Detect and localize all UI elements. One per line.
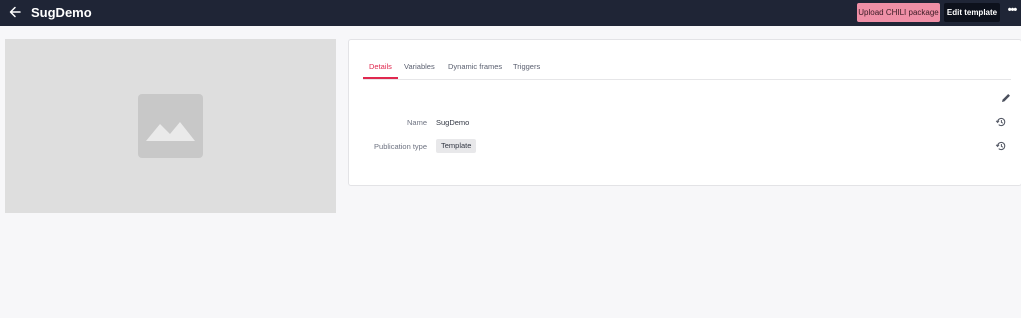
page-title: SugDemo (31, 5, 92, 20)
edit-template-button[interactable]: Edit template (944, 3, 1000, 22)
tab-bar: Details Variables Dynamic frames Trigger… (363, 58, 1011, 80)
name-label: Name (406, 118, 427, 127)
tab-dynamic-frames[interactable]: Dynamic frames (448, 62, 502, 71)
upload-chili-package-button[interactable]: Upload CHILI package (857, 3, 940, 22)
tab-variables[interactable]: Variables (404, 62, 435, 71)
active-tab-indicator (363, 77, 398, 79)
image-placeholder-icon (138, 94, 203, 158)
name-value: SugDemo (436, 118, 470, 127)
tab-triggers[interactable]: Triggers (513, 62, 540, 71)
pencil-icon[interactable] (1000, 92, 1012, 104)
more-options-icon[interactable]: ••• (1005, 5, 1019, 19)
history-icon[interactable] (995, 116, 1007, 128)
top-bar: SugDemo Upload CHILI package Edit templa… (0, 0, 1021, 26)
back-arrow-icon[interactable] (8, 4, 22, 20)
tab-details[interactable]: Details (369, 62, 392, 71)
publication-type-badge: Template (436, 139, 477, 153)
history-icon[interactable] (995, 140, 1007, 152)
template-preview (5, 39, 336, 213)
publication-type-label: Publication type (374, 142, 427, 151)
details-panel: Details Variables Dynamic frames Trigger… (348, 39, 1021, 186)
